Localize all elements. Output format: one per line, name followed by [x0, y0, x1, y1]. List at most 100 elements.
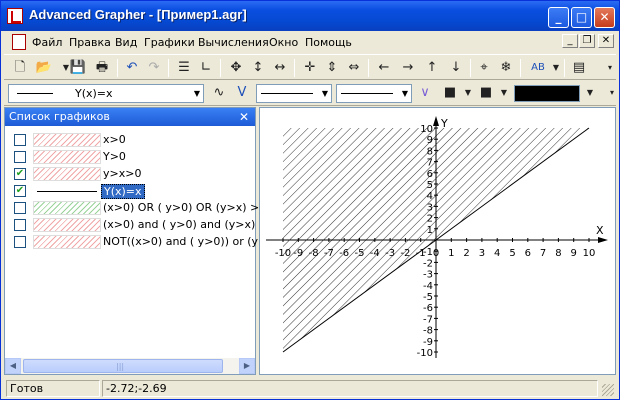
graph-canvas[interactable]: X Y -10 -9 -8 -7 -6 -5 -4 -3 -2 -1 0 1 2 3 4 5 6 7 8 9 10 1 2 3 4 5…	[259, 107, 616, 375]
vee-outline-icon[interactable]: ∨	[415, 83, 435, 103]
toolbar-separator	[220, 59, 221, 77]
arrow-left-icon[interactable]: ←	[374, 58, 394, 78]
fill-color-swatch[interactable]	[514, 85, 580, 102]
arrow-up-icon[interactable]: ↑	[422, 58, 442, 78]
graph-label: Y>0	[103, 150, 126, 163]
marker-dropdown-icon[interactable]: ▼	[458, 83, 478, 103]
menu-view[interactable]: Вид	[115, 36, 137, 49]
y-tick-label: 5	[427, 180, 433, 191]
status-bar: Готов -2.72;-2.69	[4, 378, 616, 398]
save-icon[interactable]: 💾	[68, 58, 88, 78]
open-icon[interactable]: 📂	[34, 58, 54, 78]
toolbar-overflow-icon[interactable]: ▾	[600, 58, 620, 78]
chevron-down-icon[interactable]: ▼	[319, 85, 331, 102]
maximize-button[interactable]: □	[571, 7, 592, 28]
chevron-down-icon[interactable]: ▼	[191, 85, 203, 102]
graph-checkbox[interactable]	[14, 151, 26, 163]
new-icon[interactable]: 🗋	[10, 58, 30, 78]
y-axis-label: Y	[440, 117, 448, 130]
graph-list-item[interactable]: ✔ y>x>0	[5, 166, 255, 182]
scroll-right-icon[interactable]: ▶	[239, 358, 255, 374]
graph-checkbox[interactable]: ✔	[14, 168, 26, 180]
graph-select-combo[interactable]: Y(x)=x ▼	[8, 84, 204, 103]
graph-checkbox[interactable]	[14, 236, 26, 248]
graph-select-value: Y(x)=x	[75, 87, 113, 100]
line-style-combo[interactable]: ▼	[256, 84, 332, 103]
vee-icon[interactable]: V	[232, 83, 252, 103]
y-tick-label: 7	[427, 158, 433, 169]
zoom-in-icon[interactable]: ✛	[300, 58, 320, 78]
mdi-restore-button[interactable]: ❐	[579, 34, 595, 48]
list-icon[interactable]: ☰	[174, 58, 194, 78]
title-bar[interactable]: Advanced Grapher - [Пример1.agr] _ □ ✕	[1, 1, 619, 31]
line-width-sample	[341, 93, 393, 94]
app-icon[interactable]	[7, 8, 23, 24]
mdi-close-button[interactable]: ✕	[598, 34, 614, 48]
undo-icon[interactable]: ↶	[122, 58, 142, 78]
axes-icon[interactable]: ∟	[196, 58, 216, 78]
chevron-down-icon[interactable]: ▼	[399, 85, 411, 102]
scroll-left-icon[interactable]: ◀	[5, 358, 21, 374]
zoom-horizontal-icon[interactable]: ⇔	[344, 58, 364, 78]
y-tick-label: -4	[423, 281, 433, 292]
document-icon[interactable]	[12, 34, 26, 50]
properties-icon[interactable]: ▤	[569, 58, 589, 78]
plot-svg[interactable]: XY-10 -9 -8 -7 -6 -5 -4 -3 -2 -1 0 1 2 3 4 5 6 7 8 9 1012345…	[260, 108, 615, 374]
graph-style-swatch	[33, 201, 101, 215]
graph-list-item[interactable]: ✔ Y(x)=x	[5, 183, 255, 199]
graph-list-item[interactable]: (x>0) OR ( y>0) OR (y>x) >0	[5, 200, 266, 216]
x-tick-label: -3	[385, 248, 395, 259]
text-dropdown-icon[interactable]: ▼	[546, 58, 566, 78]
graph-list-item[interactable]: (x>0) and ( y>0) and (y>x) >0	[5, 217, 275, 233]
menu-file[interactable]: Файл	[32, 36, 62, 49]
graph-label: y>x>0	[103, 167, 142, 180]
marker-square-icon[interactable]: ■	[440, 83, 460, 103]
graph-list-item[interactable]: NOT((x>0) and ( y>0)) or (y>x)	[5, 234, 278, 250]
x-tick-label: 3	[479, 248, 485, 259]
arrow-down-icon[interactable]: ↓	[446, 58, 466, 78]
color-dropdown-icon[interactable]: ▼	[580, 83, 600, 103]
move-vertical-icon[interactable]: ↕	[248, 58, 268, 78]
horizontal-scrollbar[interactable]: ◀ ▶	[5, 358, 255, 374]
menu-edit[interactable]: Правка	[69, 36, 111, 49]
scroll-thumb[interactable]	[23, 359, 223, 373]
x-tick-label: 7	[540, 248, 546, 259]
crosshair-icon[interactable]: ⌖	[474, 58, 494, 78]
app-window: Advanced Grapher - [Пример1.agr] _ □ ✕ Ф…	[0, 0, 620, 400]
resize-grip[interactable]	[602, 384, 614, 396]
graph-label: NOT((x>0) and ( y>0)) or (y>x)	[103, 235, 279, 248]
menu-help[interactable]: Помощь	[305, 36, 352, 49]
graph-checkbox[interactable]	[14, 219, 26, 231]
move-icon[interactable]: ✥	[226, 58, 246, 78]
toolbar-overflow-icon[interactable]: ▾	[602, 83, 620, 103]
fill-dropdown-icon[interactable]: ▼	[494, 83, 514, 103]
fill-square-icon[interactable]: ■	[476, 83, 496, 103]
graph-checkbox[interactable]: ✔	[14, 185, 26, 197]
print-icon[interactable]: 🖶	[92, 58, 112, 78]
mdi-minimize-button[interactable]: _	[562, 34, 578, 48]
close-button[interactable]: ✕	[594, 7, 615, 28]
arrow-right-icon[interactable]: →	[398, 58, 418, 78]
zoom-vertical-icon[interactable]: ⇕	[322, 58, 342, 78]
x-tick-label: -2	[400, 248, 410, 259]
curve-icon[interactable]: ∿	[209, 83, 229, 103]
line-style-sample	[261, 93, 313, 94]
move-horizontal-icon[interactable]: ↔	[270, 58, 290, 78]
graph-checkbox[interactable]	[14, 202, 26, 214]
graph-checkbox[interactable]	[14, 134, 26, 146]
menu-calculations[interactable]: Вычисления	[198, 36, 269, 49]
menu-graphs[interactable]: Графики	[144, 36, 195, 49]
x-tick-label: 8	[555, 248, 561, 259]
redo-icon[interactable]: ↷	[144, 58, 164, 78]
minimize-button[interactable]: _	[548, 7, 569, 28]
line-width-combo[interactable]: ▼	[336, 84, 412, 103]
graph-list-item[interactable]: x>0	[5, 132, 255, 148]
y-tick-label: 1	[427, 225, 433, 236]
panel-close-icon[interactable]: ✕	[237, 108, 251, 126]
x-tick-label: -8	[309, 248, 319, 259]
y-tick-label: 10	[420, 124, 433, 135]
graph-list-item[interactable]: Y>0	[5, 149, 255, 165]
menu-window[interactable]: Окно	[269, 36, 298, 49]
x-tick-label: -7	[324, 248, 334, 259]
snowflake-icon[interactable]: ❄	[496, 58, 516, 78]
